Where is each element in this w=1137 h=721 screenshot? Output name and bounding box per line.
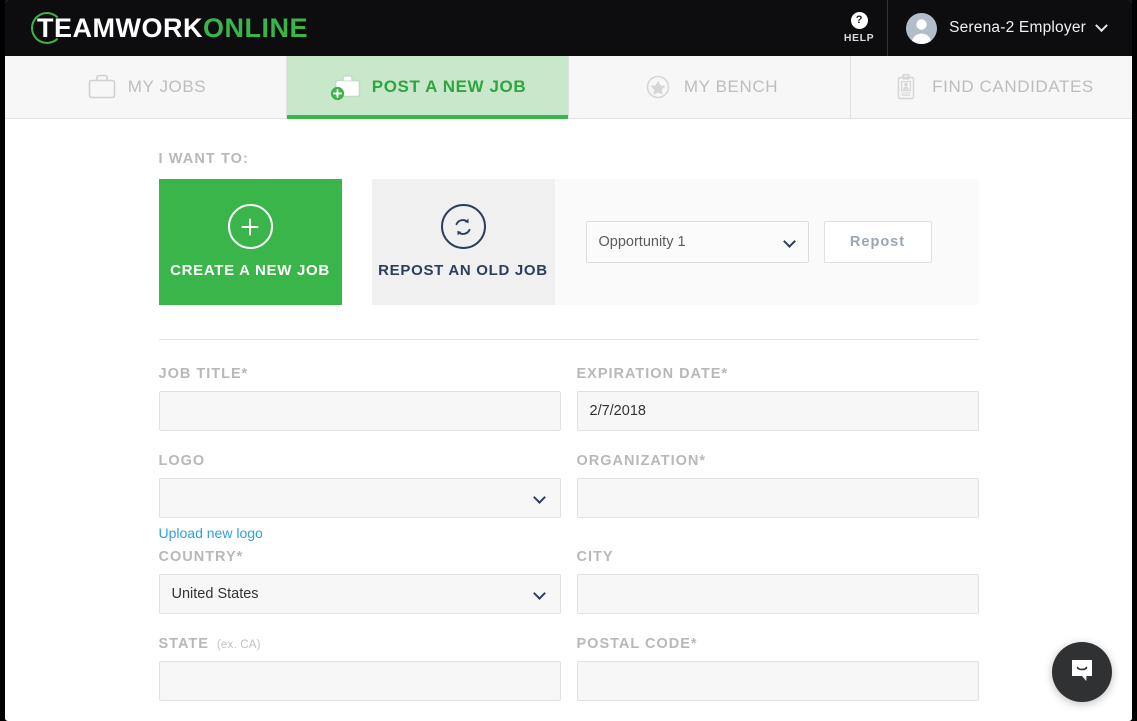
repost-opportunity-value: Opportunity 1 — [598, 234, 686, 250]
logo-select[interactable] — [158, 478, 561, 518]
want-to-options: CREATE A NEW JOB REPOST AN OLD JOB Oppor… — [158, 179, 979, 305]
chevron-down-icon — [532, 587, 546, 600]
field-city: CITY — [576, 549, 979, 614]
tab-label: MY JOBS — [127, 77, 207, 96]
job-form: JOB TITLE* EXPIRATION DATE* LOGO Upload — [158, 366, 979, 707]
job-title-input[interactable] — [158, 391, 561, 431]
briefcase-plus-icon — [329, 72, 363, 102]
country-select[interactable]: United States — [158, 574, 561, 614]
repost-button[interactable]: Repost — [823, 221, 932, 263]
main-nav-tabs: MY JOBS POST A NEW JOB MY BENCH FIND CAN… — [5, 56, 1132, 119]
refresh-circle-icon — [440, 204, 486, 250]
field-job-title: JOB TITLE* — [158, 366, 561, 431]
tab-my-jobs[interactable]: MY JOBS — [5, 56, 287, 118]
chevron-down-icon — [1095, 18, 1108, 32]
logo-text-primary: TEAMWORK — [37, 12, 203, 43]
country-label: COUNTRY* — [158, 549, 244, 565]
postal-code-label: POSTAL CODE* — [576, 636, 698, 652]
tab-label: FIND CANDIDATES — [932, 77, 1094, 96]
tab-find-candidates[interactable]: FIND CANDIDATES — [851, 56, 1132, 118]
field-expiration-date: EXPIRATION DATE* — [576, 366, 979, 431]
user-menu[interactable]: Serena-2 Employer — [887, 0, 1132, 56]
chevron-down-icon — [532, 491, 546, 504]
field-postal-code: POSTAL CODE* — [576, 636, 979, 701]
create-new-job-title: CREATE A NEW JOB — [170, 262, 330, 280]
app-page: TEAMWORKONLINE ? HELP Serena-2 Employer — [5, 0, 1132, 721]
chat-bubble-icon — [1067, 655, 1097, 690]
job-title-label: JOB TITLE* — [158, 366, 249, 382]
repost-old-job-card[interactable]: REPOST AN OLD JOB — [371, 179, 555, 305]
create-new-job-card[interactable]: CREATE A NEW JOB — [158, 179, 342, 305]
section-divider — [158, 339, 979, 340]
chevron-down-icon — [782, 235, 796, 248]
help-label: HELP — [843, 32, 875, 44]
state-label: STATE (ex. CA) — [158, 636, 261, 652]
star-circle-icon — [641, 72, 675, 102]
repost-panel: Opportunity 1 Repost — [554, 179, 979, 305]
top-header: TEAMWORKONLINE ? HELP Serena-2 Employer — [5, 0, 1132, 56]
repost-old-job-title: REPOST AN OLD JOB — [378, 262, 548, 280]
state-input[interactable] — [158, 661, 561, 701]
briefcase-icon — [85, 72, 119, 102]
field-logo: LOGO Upload new logo — [158, 453, 561, 543]
logo-label: LOGO — [158, 453, 206, 469]
help-button[interactable]: ? HELP — [835, 0, 887, 56]
expiration-date-label: EXPIRATION DATE* — [576, 366, 729, 382]
clipboard-person-icon — [889, 72, 923, 102]
expiration-date-input[interactable] — [576, 391, 979, 431]
field-state: STATE (ex. CA) — [158, 636, 561, 701]
question-mark-icon: ? — [850, 12, 868, 29]
tab-label: POST A NEW JOB — [371, 77, 527, 96]
field-organization: ORGANIZATION* — [576, 453, 979, 543]
chat-launcher-button[interactable] — [1052, 642, 1112, 702]
field-country: COUNTRY* United States — [158, 549, 561, 614]
site-logo[interactable]: TEAMWORKONLINE — [31, 0, 308, 56]
plus-circle-icon — [227, 204, 273, 250]
user-name: Serena-2 Employer — [949, 19, 1086, 36]
main-content: I WANT TO: CREATE A NEW JOB REPOST AN OL… — [5, 119, 1132, 720]
upload-new-logo-link[interactable]: Upload new logo — [159, 525, 263, 541]
organization-input[interactable] — [576, 478, 979, 518]
i-want-to-label: I WANT TO: — [158, 151, 249, 167]
city-label: CITY — [576, 549, 614, 565]
country-select-value: United States — [171, 586, 259, 602]
state-hint: (ex. CA) — [216, 639, 261, 651]
tab-label: MY BENCH — [683, 77, 779, 96]
city-input[interactable] — [576, 574, 979, 614]
avatar — [906, 12, 938, 44]
tab-my-bench[interactable]: MY BENCH — [569, 56, 851, 118]
postal-code-input[interactable] — [576, 661, 979, 701]
screenshot-viewport: TEAMWORKONLINE ? HELP Serena-2 Employer — [0, 0, 1137, 721]
organization-label: ORGANIZATION* — [576, 453, 707, 469]
repost-opportunity-select[interactable]: Opportunity 1 — [585, 221, 809, 263]
tab-post-a-new-job[interactable]: POST A NEW JOB — [287, 56, 569, 119]
logo-text-secondary: ONLINE — [202, 12, 308, 43]
